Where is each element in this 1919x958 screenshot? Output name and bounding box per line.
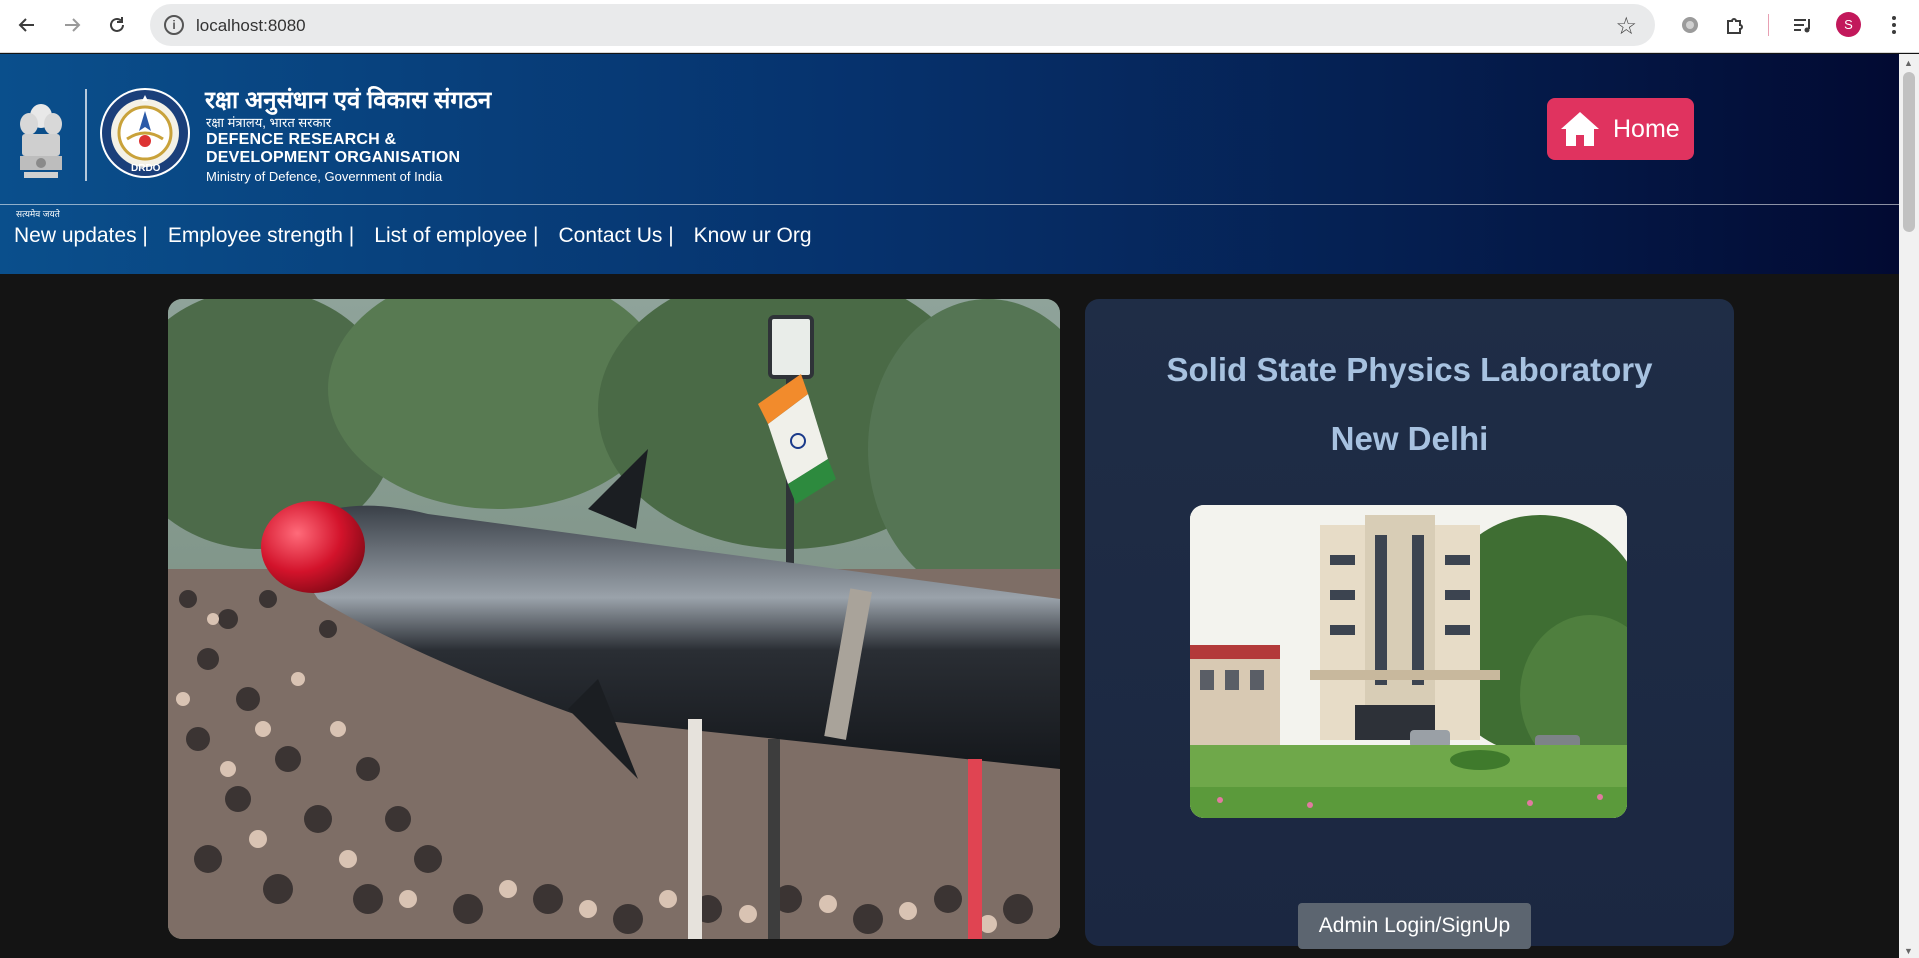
url-text[interactable]: localhost:8080 bbox=[196, 16, 306, 36]
back-icon[interactable] bbox=[11, 9, 43, 41]
site-header: सत्यमेव जयते DRDO रक्षा अनुसंधान एवं विक… bbox=[0, 54, 1899, 274]
lab-name: Solid State Physics Laboratory bbox=[1166, 351, 1653, 388]
nav-item-contact-us[interactable]: Contact Us | bbox=[558, 224, 673, 248]
logo-divider bbox=[85, 89, 87, 181]
org-name-en-line2: DEVELOPMENT ORGANISATION bbox=[206, 149, 461, 166]
drdo-logo: DRDO bbox=[99, 87, 191, 179]
page: सत्यमेव जयते DRDO रक्षा अनुसंधान एवं विक… bbox=[0, 54, 1899, 958]
nav-item-know-ur-org[interactable]: Know ur Org bbox=[694, 224, 812, 248]
scroll-down-icon[interactable]: ▼ bbox=[1904, 946, 1913, 956]
nav-item-list-of-employee[interactable]: List of employee | bbox=[374, 224, 538, 248]
address-bar[interactable]: i localhost:8080 ☆ bbox=[150, 4, 1655, 46]
emblem-motto: सत्यमेव जयते bbox=[16, 209, 60, 219]
star-icon[interactable]: ☆ bbox=[1615, 12, 1637, 41]
home-icon bbox=[1561, 112, 1599, 146]
scrollbar-thumb[interactable] bbox=[1903, 72, 1915, 232]
extension-icon[interactable] bbox=[1677, 12, 1703, 38]
forward-icon[interactable] bbox=[56, 9, 88, 41]
kebab-menu-icon[interactable] bbox=[1881, 12, 1907, 38]
lab-info-card: Solid State Physics Laboratory New Delhi bbox=[1085, 299, 1734, 949]
seal-text: DRDO bbox=[131, 163, 161, 174]
toolbar-separator bbox=[1768, 14, 1769, 36]
reload-icon[interactable] bbox=[101, 9, 133, 41]
lab-building-image bbox=[1190, 505, 1627, 818]
lab-city: New Delhi bbox=[1330, 420, 1489, 457]
puzzle-icon[interactable] bbox=[1722, 12, 1748, 38]
home-button-label: Home bbox=[1613, 114, 1680, 143]
org-name-en-line1: DEFENCE RESEARCH & bbox=[206, 131, 397, 148]
header-divider bbox=[0, 204, 1899, 205]
browser-toolbar: i localhost:8080 ☆ S bbox=[0, 0, 1919, 53]
org-name-hindi: रक्षा अनुसंधान एवं विकास संगठन bbox=[205, 87, 492, 114]
nav-item-employee-strength[interactable]: Employee strength | bbox=[168, 224, 354, 248]
avatar[interactable]: S bbox=[1836, 12, 1861, 37]
home-button[interactable]: Home bbox=[1547, 98, 1694, 160]
scroll-up-icon[interactable]: ▲ bbox=[1904, 58, 1913, 68]
main-nav: New updates | Employee strength | List o… bbox=[14, 224, 832, 248]
admin-login-signup-button[interactable]: Admin Login/SignUp bbox=[1298, 903, 1531, 949]
nav-item-new-updates[interactable]: New updates | bbox=[14, 224, 148, 248]
ministry-hindi: रक्षा मंत्रालय, भारत सरकार bbox=[206, 115, 332, 130]
page-scrollbar[interactable]: ▲ ▼ bbox=[1899, 54, 1919, 958]
info-icon[interactable]: i bbox=[164, 15, 184, 35]
media-icon[interactable] bbox=[1789, 12, 1815, 38]
hero-image bbox=[168, 299, 1060, 939]
national-emblem: सत्यमेव जयते bbox=[14, 94, 68, 219]
ministry-en: Ministry of Defence, Government of India bbox=[206, 169, 443, 184]
